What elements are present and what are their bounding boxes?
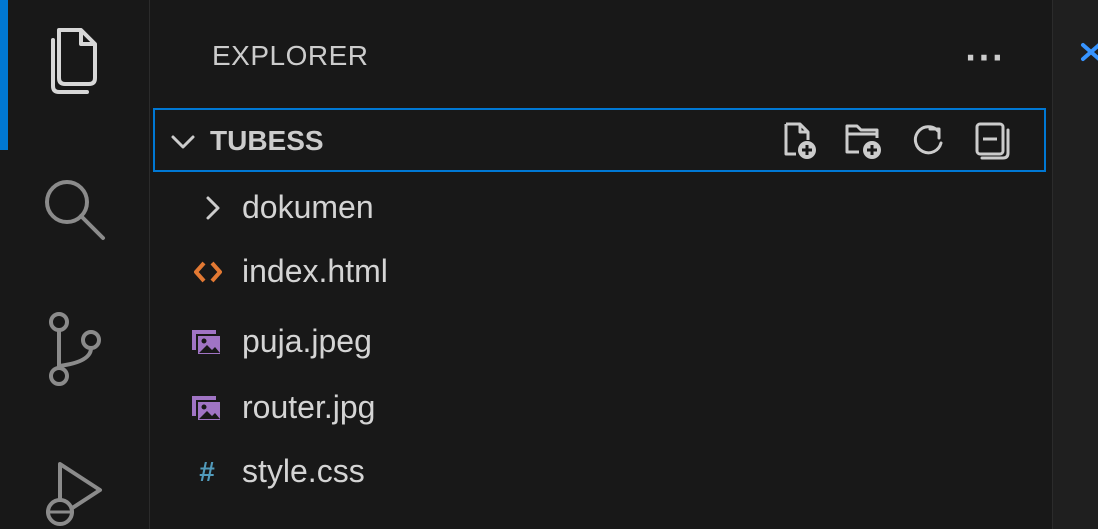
tree-item-puja-jpeg[interactable]: puja.jpeg: [150, 310, 1052, 374]
files-icon: [51, 28, 97, 94]
source-control-icon: [49, 312, 101, 386]
tree-item-label: index.html: [242, 253, 388, 289]
explorer-sidebar: EXPLORER ··· TUBESS dokumen index.html p…: [150, 0, 1052, 529]
tree-item-label: dokumen: [242, 189, 374, 225]
more-actions-button[interactable]: ···: [955, 38, 1015, 78]
folder-section-title: TUBESS: [210, 125, 324, 156]
sidebar-title: EXPLORER: [212, 40, 369, 71]
editor-area-edge: [1052, 0, 1098, 529]
section-actions: [778, 120, 1014, 162]
collapse-all-button[interactable]: [970, 120, 1014, 162]
tree-item-label: router.jpg: [242, 389, 376, 425]
image-file-icon: [186, 376, 226, 440]
sidebar-header: EXPLORER ···: [150, 0, 1052, 108]
tree-item-index-html[interactable]: index.html: [150, 240, 1052, 304]
run-debug-icon: [46, 462, 102, 526]
collapse-all-icon: [975, 122, 1010, 160]
css-file-icon: #: [190, 440, 224, 504]
activity-bar: [0, 0, 150, 529]
css-hash-glyph: #: [199, 456, 215, 487]
activity-explorer[interactable]: [0, 0, 150, 150]
tree-item-label: puja.jpeg: [242, 323, 372, 359]
folder-section-header[interactable]: TUBESS: [153, 108, 1046, 172]
tree-item-dokumen[interactable]: dokumen: [150, 176, 1052, 240]
new-file-button[interactable]: [778, 120, 822, 162]
refresh-icon: [913, 125, 943, 155]
html-file-icon: [188, 240, 228, 304]
chevron-down-icon: [171, 135, 195, 149]
activity-source-control[interactable]: [0, 290, 150, 410]
new-folder-button[interactable]: [842, 120, 886, 162]
tree-item-label: style.css: [242, 453, 365, 489]
activity-run-debug[interactable]: [0, 430, 150, 529]
refresh-button[interactable]: [906, 120, 950, 162]
new-folder-icon: [845, 124, 881, 159]
tree-item-style-css[interactable]: # style.css: [150, 440, 1052, 504]
vscode-window: EXPLORER ··· TUBESS dokumen index.html p…: [0, 0, 1098, 529]
image-file-icon: [186, 310, 226, 374]
new-file-icon: [784, 122, 816, 159]
tree-item-router-jpg[interactable]: router.jpg: [150, 376, 1052, 440]
activity-search[interactable]: [0, 150, 150, 270]
close-icon[interactable]: [1079, 40, 1098, 62]
search-icon: [45, 180, 105, 240]
chevron-right-icon: [198, 176, 228, 240]
